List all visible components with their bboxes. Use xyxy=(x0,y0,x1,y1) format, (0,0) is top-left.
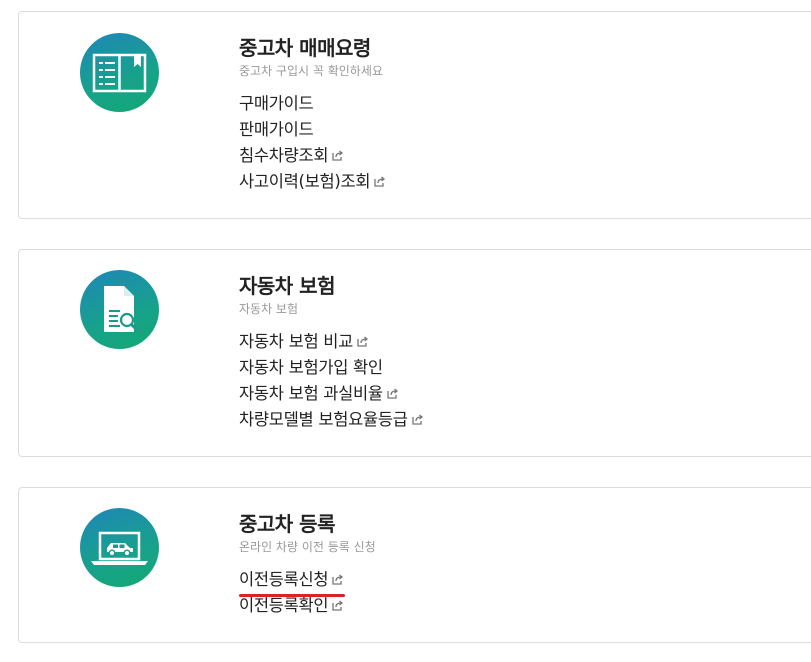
link-transfer-registration-check[interactable]: 이전등록확인 xyxy=(239,593,344,619)
section-title: 자동차 보험 xyxy=(239,274,335,298)
section-card-used-car-registration: 중고차 등록 온라인 차량 이전 등록 신청 이전등록신청 이전등록확인 xyxy=(18,487,811,643)
link-accident-history-lookup[interactable]: 사고이력(보험)조회 xyxy=(239,169,386,195)
section-subtitle: 중고차 구입시 꼭 확인하세요 xyxy=(239,64,383,78)
link-insurance-fault-ratio[interactable]: 자동차 보험 과실비율 xyxy=(239,381,399,407)
external-link-icon xyxy=(387,388,398,399)
link-insurance-compare[interactable]: 자동차 보험 비교 xyxy=(239,329,369,355)
section-title: 중고차 매매요령 xyxy=(239,36,371,60)
link-flood-vehicle-lookup[interactable]: 침수차량조회 xyxy=(239,143,344,169)
link-sale-guide[interactable]: 판매가이드 xyxy=(239,117,314,143)
section-title: 중고차 등록 xyxy=(239,512,335,536)
laptop-car-icon xyxy=(80,508,159,587)
link-transfer-registration-apply[interactable]: 이전등록신청 xyxy=(239,567,346,597)
section-subtitle: 자동차 보험 xyxy=(239,302,299,316)
section-card-car-insurance: 자동차 보험 자동차 보험 자동차 보험 비교 자동차 보험가입 확인 자동차 … xyxy=(18,249,811,457)
external-link-icon xyxy=(374,176,386,187)
external-link-icon xyxy=(411,414,423,425)
external-link-icon xyxy=(332,574,344,585)
document-search-icon xyxy=(80,270,159,349)
external-link-icon xyxy=(332,150,344,161)
book-icon xyxy=(80,33,159,112)
link-purchase-guide[interactable]: 구매가이드 xyxy=(239,91,314,117)
section-card-used-car-guide: 중고차 매매요령 중고차 구입시 꼭 확인하세요 구매가이드 판매가이드 침수차… xyxy=(18,11,811,219)
link-insurance-enrollment-check[interactable]: 자동차 보험가입 확인 xyxy=(239,355,383,381)
section-subtitle: 온라인 차량 이전 등록 신청 xyxy=(239,540,376,554)
external-link-icon xyxy=(357,336,369,347)
external-link-icon xyxy=(332,600,344,611)
link-insurance-rate-grade-by-model[interactable]: 차량모델별 보험요율등급 xyxy=(239,407,424,433)
